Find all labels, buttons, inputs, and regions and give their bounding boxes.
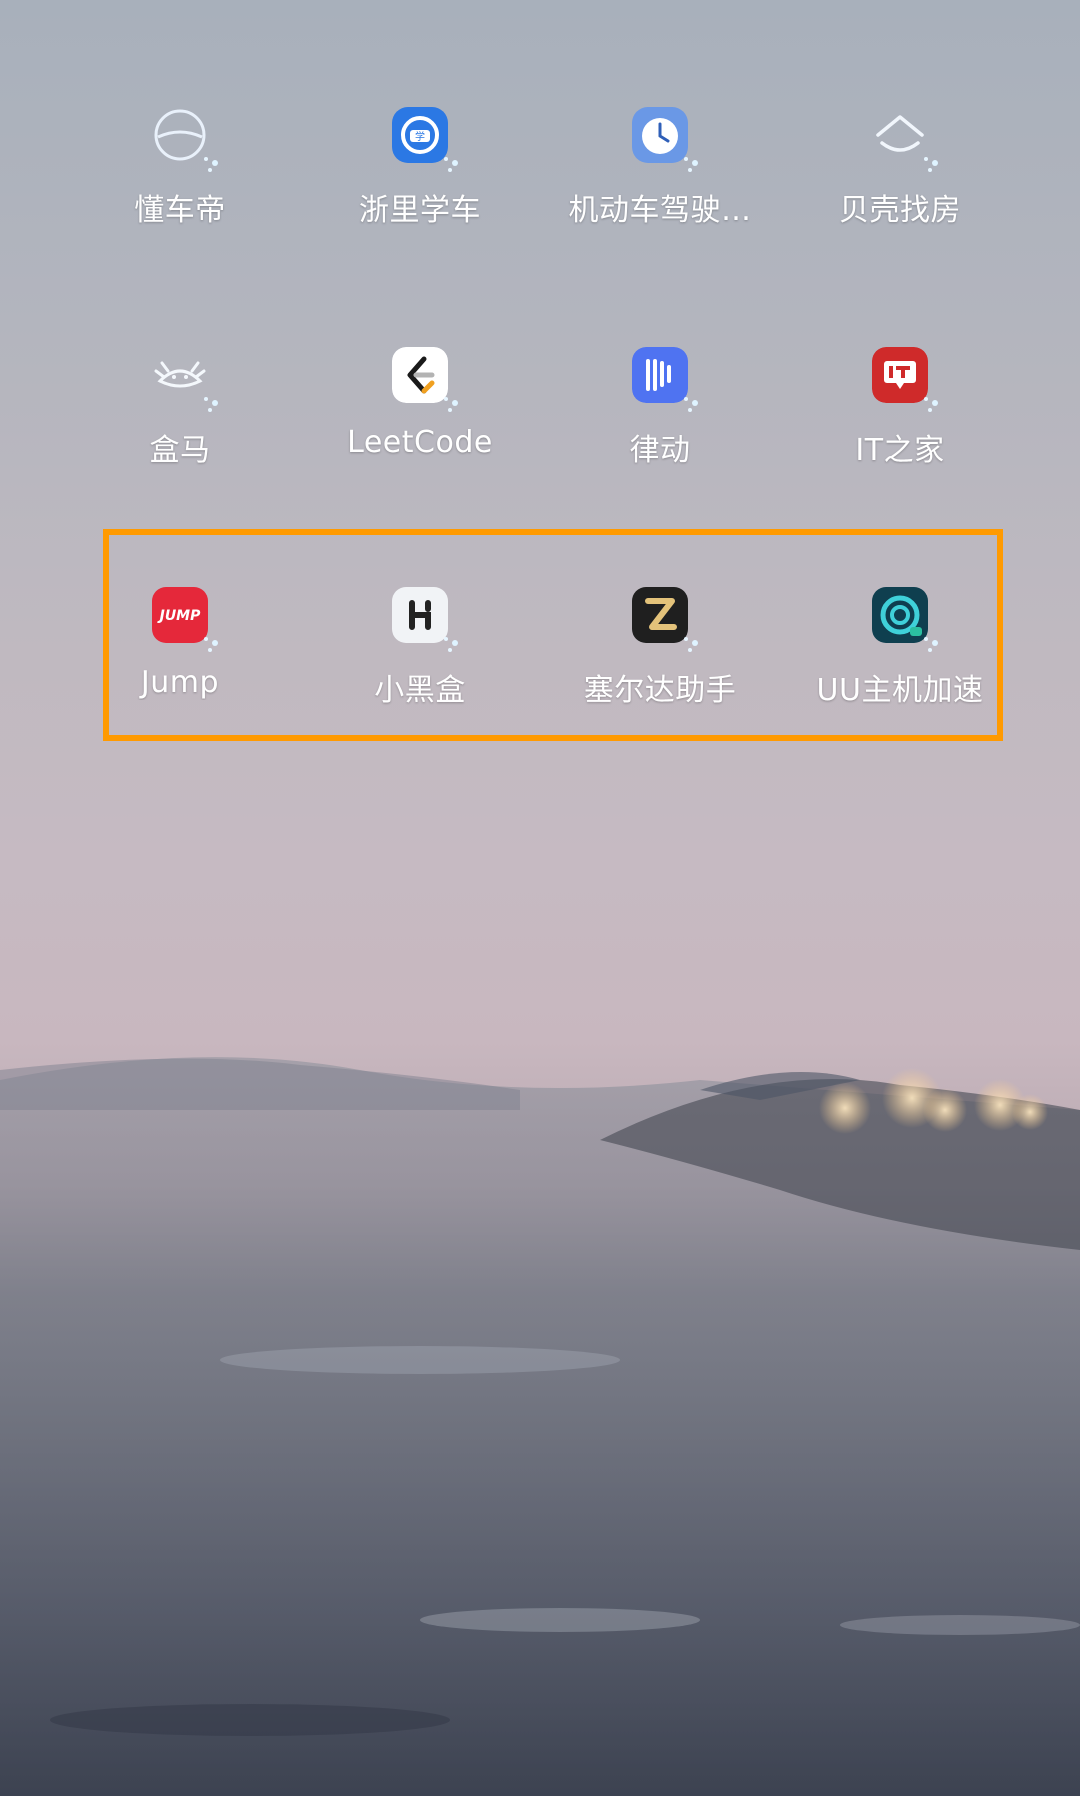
svg-text:学: 学 bbox=[415, 130, 425, 143]
sparkle-icon bbox=[684, 397, 698, 412]
app-leetcode[interactable]: LeetCode bbox=[300, 295, 540, 495]
sparkle-icon bbox=[924, 157, 938, 172]
sparkle-icon bbox=[444, 157, 458, 172]
app-label: LeetCode bbox=[347, 425, 493, 460]
app-label: IT之家 bbox=[855, 433, 945, 468]
app-beike[interactable]: 贝壳找房 bbox=[780, 55, 1020, 255]
sparkle-icon bbox=[204, 397, 218, 412]
app-label: 律动 bbox=[629, 433, 691, 468]
sparkle-icon bbox=[684, 157, 698, 172]
app-label: 浙里学车 bbox=[359, 193, 481, 228]
app-label: 懂车帝 bbox=[134, 193, 226, 228]
app-label: 机动车驾驶… bbox=[568, 193, 752, 228]
sparkle-icon bbox=[924, 397, 938, 412]
app-label: 贝壳找房 bbox=[839, 193, 961, 228]
sparkle-icon bbox=[444, 397, 458, 412]
app-zheli-xueche[interactable]: 学 浙里学车 bbox=[300, 55, 540, 255]
app-grid: 懂车帝 学 浙里学车 机动车驾驶… 贝壳找房 盒马 LeetCode 律动 IT… bbox=[0, 0, 1080, 760]
app-hema[interactable]: 盒马 bbox=[60, 295, 300, 495]
app-dongchedi[interactable]: 懂车帝 bbox=[60, 55, 300, 255]
app-ithome[interactable]: IT之家 bbox=[780, 295, 1020, 495]
app-driving-license[interactable]: 机动车驾驶… bbox=[540, 55, 780, 255]
highlight-box bbox=[103, 529, 1003, 741]
app-label: 盒马 bbox=[149, 433, 211, 468]
app-lvdong[interactable]: 律动 bbox=[540, 295, 780, 495]
sparkle-icon bbox=[204, 157, 218, 172]
